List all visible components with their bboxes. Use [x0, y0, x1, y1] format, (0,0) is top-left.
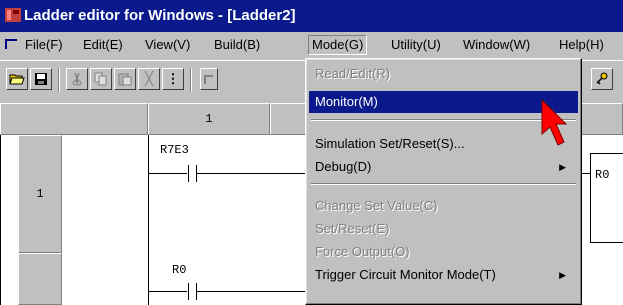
rung-wire — [197, 291, 305, 292]
contact-label: R7E3 — [160, 143, 189, 157]
power-rail — [148, 135, 149, 305]
rung-wire — [582, 173, 590, 174]
menu-help[interactable]: Help(H) — [556, 36, 607, 54]
key-button[interactable] — [591, 68, 613, 90]
menu-utility[interactable]: Utility(U) — [388, 36, 444, 54]
document-icon[interactable] — [4, 38, 18, 50]
row-header-1[interactable]: 1 — [18, 135, 62, 253]
key-icon — [596, 72, 608, 85]
copy-icon — [94, 72, 107, 86]
grid-corner — [0, 103, 148, 135]
menu-file[interactable]: File(F) — [22, 36, 66, 54]
column-header[interactable] — [270, 103, 306, 135]
window-title: Ladder editor for Windows - [Ladder2] — [24, 7, 296, 24]
menu-build[interactable]: Build(B) — [211, 36, 263, 54]
column-header[interactable] — [580, 103, 623, 135]
menu-item-force-output[interactable]: Force Output(O) — [309, 241, 578, 263]
toolbar-separator — [190, 68, 192, 92]
pointer-arrow-icon — [541, 98, 568, 146]
contact-bar — [188, 283, 189, 300]
save-button[interactable] — [30, 68, 52, 90]
cut-button[interactable] — [66, 68, 88, 90]
row-header-2[interactable]: 2 — [18, 253, 62, 305]
floppy-disk-icon — [35, 73, 47, 85]
undo-button[interactable] — [200, 68, 218, 90]
delete-icon: ╳ — [145, 71, 153, 86]
menu-item-set-reset[interactable]: Set/Reset(E) — [309, 218, 578, 240]
menu-mode[interactable]: Mode(G) — [308, 35, 368, 55]
output-coil[interactable]: R0 — [590, 153, 623, 243]
contact-label: R0 — [172, 263, 187, 277]
app-icon[interactable] — [4, 6, 22, 24]
undo-icon — [204, 75, 213, 84]
vertical-line-icon: ⋮ — [166, 71, 180, 86]
coil-label: R0 — [595, 168, 610, 182]
delete-button[interactable]: ╳ — [138, 68, 160, 90]
copy-button[interactable] — [90, 68, 112, 90]
margin-line — [0, 135, 1, 305]
menu-item-read-edit[interactable]: Read/Edit(R) — [309, 63, 578, 85]
title-bar[interactable]: Ladder editor for Windows - [Ladder2] — [0, 0, 623, 32]
toolbar-separator — [58, 68, 60, 92]
paste-button[interactable] — [114, 68, 136, 90]
column-header[interactable]: 1 — [148, 103, 270, 135]
menu-view[interactable]: View(V) — [142, 36, 193, 54]
rung-wire — [149, 173, 187, 174]
menu-separator — [311, 183, 576, 185]
contact-bar — [188, 165, 189, 182]
menu-item-change-set-value[interactable]: Change Set Value(C) — [309, 195, 578, 217]
vertical-line-button[interactable]: ⋮ — [162, 68, 184, 90]
paste-icon — [118, 73, 132, 86]
menu-item-trigger-circuit-monitor-mode[interactable]: Trigger Circuit Monitor Mode(T) ▶ — [309, 264, 578, 286]
rung-wire — [197, 173, 305, 174]
open-button[interactable] — [6, 68, 28, 90]
menu-separator — [311, 119, 576, 121]
menu-window[interactable]: Window(W) — [460, 36, 533, 54]
submenu-arrow-icon: ▶ — [559, 270, 566, 280]
menu-bar: File(F) Edit(E) View(V) Build(B) Mode(G)… — [0, 32, 623, 58]
left-margin — [0, 135, 18, 305]
folder-open-icon — [9, 74, 25, 85]
rung-wire — [149, 291, 187, 292]
submenu-arrow-icon: ▶ — [559, 162, 566, 172]
scissors-icon — [72, 72, 82, 86]
menu-edit[interactable]: Edit(E) — [80, 36, 126, 54]
menu-item-debug[interactable]: Debug(D) ▶ — [309, 156, 578, 178]
mode-menu: Read/Edit(R) Monitor(M) Simulation Set/R… — [305, 58, 582, 305]
